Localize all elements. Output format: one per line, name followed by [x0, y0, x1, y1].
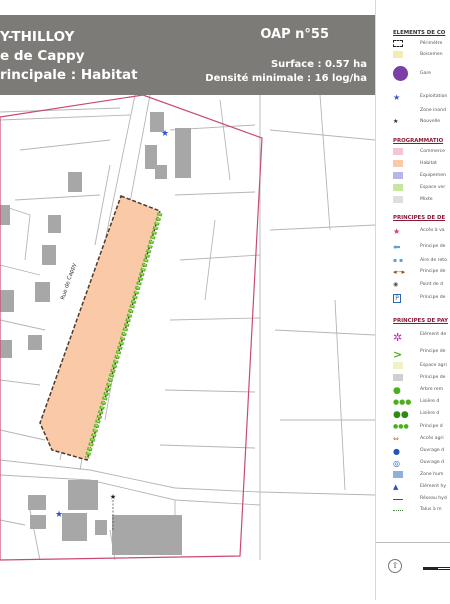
blue-star-icon: ★ [393, 93, 401, 102]
legend-item: ● Ouvrage d [393, 447, 445, 456]
legend-panel[interactable]: ELEMENTS DE CO Périmètre Boisemen Gare ★… [375, 0, 450, 600]
legend-section-desserte: PRINCIPES DE DE [393, 215, 446, 221]
legend-item: ◉ Point de d [393, 281, 443, 288]
blue-star-icon: ★ [55, 510, 63, 520]
point-icon: ◉ [393, 281, 399, 288]
north-arrow-icon: ⇧ [388, 559, 402, 573]
header-banner: Y-THILLOY e de Cappy rincipale : Habitat… [0, 15, 375, 95]
blue-triangle-icon: ▲ [393, 483, 399, 491]
green-circle-icon: ● [393, 386, 401, 396]
legend-section-paysage: PRINCIPES DE PAY [393, 318, 449, 324]
surface-value: Surface : 0.57 ha [270, 59, 367, 70]
legend-divider [376, 542, 450, 543]
dotted-line-icon [393, 510, 403, 511]
legend-item: Gare [393, 66, 450, 84]
legend-item: ◎ Ouvrage d [393, 459, 445, 468]
oap-number: OAP n°55 [260, 27, 329, 42]
vocation-title: rincipale : Habitat [0, 67, 138, 83]
asterisk-icon: ✲ [393, 331, 403, 344]
black-star-icon: ★ [110, 493, 116, 501]
legend-item: ● Arbre rem [393, 386, 444, 396]
train-station-icon [393, 66, 408, 81]
density-value: Densité minimale : 16 log/ha [205, 73, 367, 84]
map-area[interactable]: ★ ★ ★ Rue de Cappy Y-THILLOY e de Cappy … [0, 0, 404, 600]
black-star-icon: ★ [393, 118, 399, 125]
blue-dots-icon: ▪ ▪ [393, 257, 404, 264]
legend-item: Périmètre [393, 40, 450, 49]
legend-item: ▲ Elément hy [393, 483, 447, 491]
legend-item: P Principe de [393, 294, 450, 303]
legend-item: ●●● Principe d [393, 423, 443, 430]
habitat-zone[interactable] [39, 195, 161, 461]
legend-item: Principe de [393, 374, 450, 383]
legend-item: > Principe de [393, 348, 446, 361]
double-green-circle-icon: ●● [393, 410, 409, 420]
legend-item: ●● Lisière d [393, 410, 440, 420]
scale-bar [423, 565, 450, 570]
blue-star-icon: ★ [161, 129, 169, 139]
legend-item: ⬅ Principe de [393, 243, 446, 253]
legend-item: Espace ver [393, 184, 450, 193]
legend-item: ⇔ Accès agri [393, 435, 444, 443]
legend-item: ●●● Lisière d [393, 398, 440, 406]
pink-star-icon: ★ [393, 227, 401, 236]
legend-item: Boisemen [393, 51, 450, 60]
legend-item: ★ Nouvelle [393, 118, 441, 125]
legend-item: Equipemen [393, 172, 450, 181]
legend-item: ★ Accès à va [393, 227, 445, 236]
legend-item: ◂--▸ Principe de [393, 268, 446, 276]
legend-item: ★ Exploitation [393, 93, 448, 102]
legend-item: Commerce [393, 148, 450, 157]
legend-item: Mixte [393, 196, 450, 205]
legend-item: ▪ ▪ Aire de reto [393, 257, 447, 264]
triple-green-circle-icon: ●●● [393, 423, 409, 430]
double-arrow-icon: ◂--▸ [393, 268, 406, 276]
brown-arrow-icon: ⇔ [393, 435, 399, 443]
legend-item: Habitat [393, 160, 450, 169]
blue-arrow-icon: ⬅ [393, 243, 401, 253]
green-dots-line-icon: ●●● [393, 398, 412, 406]
legend-section-programmation: PROGRAMMATIO [393, 138, 444, 144]
legend-section-context: ELEMENTS DE CO [393, 30, 446, 36]
legend-item: Talus à m [393, 506, 450, 515]
legend-item: ✲ Elément de [393, 331, 447, 344]
blue-circle-outline-icon: ◎ [393, 459, 400, 468]
site-title: e de Cappy [0, 48, 85, 64]
street-label: Rue de Cappy [60, 262, 78, 301]
blue-circle-icon: ● [393, 447, 400, 456]
legend-item: Zone inond [420, 108, 446, 113]
legend-item: Réseau hyd [393, 495, 450, 504]
green-chevron-icon: > [393, 348, 403, 361]
legend-item: Espace agri [393, 362, 450, 371]
commune-title: Y-THILLOY [0, 29, 75, 45]
legend-item: Zone hum [393, 471, 450, 480]
parking-icon: P [393, 294, 401, 303]
blue-line-icon [393, 499, 403, 500]
